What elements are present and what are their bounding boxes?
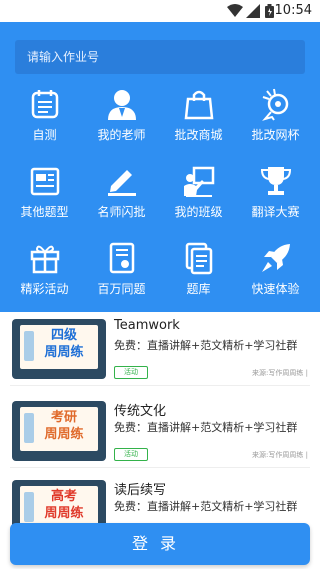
thumbnail-line-2: 周周练 [44,427,84,442]
grid-item-my-teacher[interactable]: 我的老师 [83,80,160,156]
card-source: 来源:写作周周练 | [252,451,308,459]
card-description: 免费：直播讲解+范文精析+学习社群 [114,500,298,513]
grid-item-label: 我的老师 [97,128,146,142]
course-thumbnail: 四级 周周练 [12,319,106,379]
header-panel: 请输入作业号 自测 我的老师 批改商城 批改网杯 其他题型 名师闪批 我的班级 … [0,22,320,312]
grid-item-label: 我的班级 [174,205,223,219]
grid-item-correction-mall[interactable]: 批改商城 [160,80,237,156]
grid-item-million-same[interactable]: 百万同题 [83,234,160,310]
grid-item-label: 批改商城 [174,128,223,142]
main-content: 请输入作业号 自测 我的老师 批改商城 批改网杯 其他题型 名师闪批 我的班级 … [0,22,320,569]
grid-item-translation-contest[interactable]: 翻译大赛 [237,157,314,233]
course-thumbnail: 考研 周周练 [12,401,106,461]
thumbnail-title: 高考 周周练 [38,488,90,522]
card-title: 传统文化 [114,404,167,419]
grid-item-label: 翻译大赛 [251,205,300,219]
teacher-icon [108,90,136,120]
grid-item-activities[interactable]: 精彩活动 [6,234,83,310]
grid-item-label: 名师闪批 [97,205,146,219]
thumbnail-line-2: 周周练 [44,345,84,360]
thumbnail-decoration [24,492,34,522]
grid-item-label: 批改网杯 [251,128,300,142]
thumbnail-line-1: 四级 [50,328,77,343]
thumbnail-line-1: 考研 [50,410,77,425]
pen-write-icon [108,170,136,196]
grid-item-label: 其他题型 [20,205,69,219]
thumbnail-decoration [24,331,34,361]
grid-item-question-bank[interactable]: 题库 [160,234,237,310]
grid-item-other-types[interactable]: 其他题型 [6,157,83,233]
login-button[interactable]: 登录 [10,523,310,565]
wifi-icon [227,4,243,17]
gift-icon [30,245,60,274]
card-title: Teamwork [114,318,180,333]
card-source: 来源:写作周周练 | [252,369,308,377]
grid-item-label: 百万同题 [97,282,146,296]
card-title: 读后续写 [114,483,167,498]
grid-item-quick-try[interactable]: 快速体验 [237,234,314,310]
list-item[interactable]: 四级 周周练 Teamwork 免费：直播讲解+范文精析+学习社群 活动 来源:… [10,314,310,386]
thumbnail-line-1: 高考 [50,489,77,504]
certificate-icon [109,242,135,274]
card-description: 免费：直播讲解+范文精析+学习社群 [114,339,298,352]
grid-item-my-class[interactable]: 我的班级 [160,157,237,233]
grid-item-label: 快速体验 [251,282,300,296]
grid-item-correction-cup[interactable]: 批改网杯 [237,80,314,156]
grid-item-master-flash[interactable]: 名师闪批 [83,157,160,233]
thumbnail-decoration [24,413,34,443]
status-badge: 活动 [114,366,148,379]
status-bar: 10:54 [0,0,320,22]
thumbnail-line-2: 周周练 [44,506,84,521]
grid-item-label: 自测 [32,128,57,142]
clock: 10:54 [274,3,312,18]
grid-item-label: 题库 [186,282,211,296]
thumbnail-title: 四级 周周练 [38,327,90,361]
document-stack-icon [185,242,213,275]
shopping-bag-icon [184,90,214,120]
battery-icon [265,4,274,18]
trophy-icon [260,167,292,195]
notepad-icon [31,90,59,119]
grid-item-label: 精彩活动 [20,282,69,296]
card-description: 免费：直播讲解+范文精析+学习社群 [114,421,298,434]
status-badge: 活动 [114,448,148,461]
rocket-icon [262,244,290,272]
newspaper-icon [30,167,60,196]
medal-icon [262,88,289,121]
homework-id-input[interactable]: 请输入作业号 [15,40,305,74]
thumbnail-title: 考研 周周练 [38,409,90,443]
grid-item-self-test[interactable]: 自测 [6,80,83,156]
list-item[interactable]: 考研 周周练 传统文化 免费：直播讲解+范文精析+学习社群 活动 来源:写作周周… [10,396,310,468]
signal-icon [246,4,260,18]
classroom-icon [184,166,215,197]
